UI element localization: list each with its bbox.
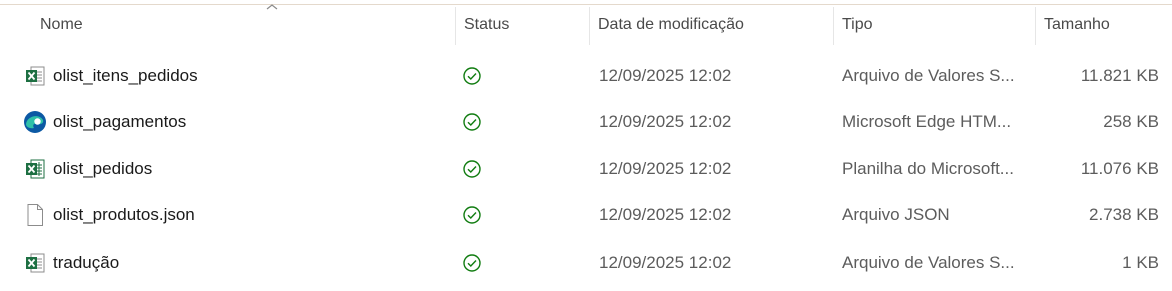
file-type: Planilha do Microsoft... — [842, 159, 1014, 178]
column-header-size[interactable]: Tamanho — [1036, 5, 1172, 47]
column-header-date-label: Data de modificação — [598, 16, 744, 33]
file-size: 1 KB — [1122, 253, 1159, 272]
file-type: Arquivo JSON — [842, 205, 950, 224]
file-type: Arquivo de Valores S... — [842, 66, 1015, 85]
file-row[interactable]: tradução 12/09/2025 12:02 Arquivo de Val… — [0, 240, 1172, 286]
file-name[interactable]: olist_produtos.json — [53, 192, 448, 238]
file-row[interactable]: olist_pedidos 12/09/2025 12:02 Planilha … — [0, 146, 1172, 192]
column-header-type-label: Tipo — [842, 16, 873, 33]
sync-ok-icon — [462, 53, 486, 99]
file-date: 12/09/2025 12:02 — [599, 66, 732, 85]
excel-workbook-icon — [22, 146, 48, 192]
column-header-date[interactable]: Data de modificação — [590, 5, 834, 47]
file-row[interactable]: olist_itens_pedidos 12/09/2025 12:02 Arq… — [0, 53, 1172, 99]
file-type: Arquivo de Valores S... — [842, 253, 1015, 272]
column-header-name-label: Nome — [40, 16, 83, 33]
column-header-name[interactable]: Nome — [32, 4, 456, 47]
excel-csv-icon — [22, 240, 48, 286]
file-date: 12/09/2025 12:02 — [599, 159, 732, 178]
file-name[interactable]: olist_itens_pedidos — [53, 53, 448, 99]
sort-ascending-icon — [266, 4, 278, 10]
sync-ok-icon — [462, 240, 486, 286]
file-name[interactable]: olist_pagamentos — [53, 99, 448, 145]
edge-html-icon — [22, 99, 48, 145]
sync-ok-icon — [462, 192, 486, 238]
generic-file-icon — [22, 192, 48, 238]
column-header-status[interactable]: Status — [456, 5, 590, 47]
file-size: 258 KB — [1103, 112, 1159, 131]
file-name[interactable]: olist_pedidos — [53, 146, 448, 192]
column-header-type[interactable]: Tipo — [834, 5, 1036, 47]
sync-ok-icon — [462, 99, 486, 145]
file-size: 2.738 KB — [1089, 205, 1159, 224]
column-header-status-label: Status — [464, 16, 510, 33]
file-size: 11.821 KB — [1080, 66, 1159, 85]
sync-ok-icon — [462, 146, 486, 192]
file-date: 12/09/2025 12:02 — [599, 112, 732, 131]
file-date: 12/09/2025 12:02 — [599, 253, 732, 272]
file-type: Microsoft Edge HTM... — [842, 112, 1012, 131]
column-header-size-label: Tamanho — [1044, 16, 1110, 33]
file-size: 11.076 KB — [1080, 159, 1159, 178]
file-row[interactable]: olist_produtos.json 12/09/2025 12:02 Arq… — [0, 192, 1172, 238]
excel-csv-icon — [22, 53, 48, 99]
file-name[interactable]: tradução — [53, 240, 448, 286]
file-row[interactable]: olist_pagamentos 12/09/2025 12:02 Micros… — [0, 99, 1172, 145]
file-date: 12/09/2025 12:02 — [599, 205, 732, 224]
column-header-row: Nome Status Data de modificação Tipo Tam… — [0, 4, 1172, 47]
